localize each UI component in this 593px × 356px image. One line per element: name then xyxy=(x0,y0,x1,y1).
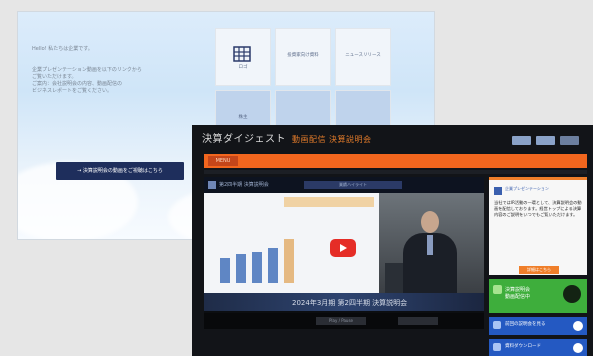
tile-label: ニュースリリース xyxy=(345,53,381,58)
video-icon xyxy=(493,321,501,329)
intro-text: Hello! 私たちは企業です。 企業プレゼンテーション動画を以下のリンクから … xyxy=(32,46,212,95)
greeting: Hello! 私たちは企業です。 xyxy=(32,46,93,52)
watch-briefing-button[interactable]: → 決算説明会の動画をご視聴はこちら xyxy=(56,162,184,180)
link-label: 前回の説明会を見る xyxy=(505,322,546,327)
caption-strip: 2024年3月期 第2四半期 決算説明会 xyxy=(204,293,484,311)
link-label: 資料ダウンロード xyxy=(505,344,541,349)
title-text: 決算ダイジェスト xyxy=(202,134,286,145)
paragraph-line: ご案内：会社説明会の内容、動画配信の xyxy=(32,81,123,87)
sidebar: 企業プレゼンテーション 当社ではIR活動の一環として、決算説明会の動画を配信して… xyxy=(489,177,587,356)
chart-bar xyxy=(284,239,294,283)
arrow-right-icon xyxy=(573,343,583,353)
details-button[interactable]: 詳細はこちら xyxy=(519,266,559,274)
player-title: 決算ダイジェスト 動画配信 決算説明会 xyxy=(202,130,372,145)
company-info-card: 企業プレゼンテーション 当社ではIR活動の一環として、決算説明会の動画を配信して… xyxy=(489,177,587,275)
company-logo-icon xyxy=(494,187,502,195)
banner-text: 決算説明会 動画配信中 xyxy=(505,287,530,301)
document-icon xyxy=(493,343,501,351)
paragraph-line: ビジネスレポートをご覧ください。 xyxy=(32,88,113,94)
slide-highlight-box xyxy=(284,197,374,207)
slide-header: 第2四半期 決算説明会 業績ハイライト xyxy=(204,177,484,193)
chart-bar xyxy=(268,248,278,283)
divider xyxy=(204,170,587,174)
subtitle-text: 動画配信 決算説明会 xyxy=(292,135,372,144)
arrow-right-icon xyxy=(573,321,583,331)
grid-logo-icon xyxy=(233,46,251,62)
header-button[interactable] xyxy=(536,136,555,145)
tile-logo[interactable]: ロゴ xyxy=(215,28,271,86)
nav-bar: MENU xyxy=(204,154,587,168)
header-button[interactable] xyxy=(560,136,579,145)
card-body: 当社ではIR活動の一環として、決算説明会の動画を配信しております。経営トップによ… xyxy=(494,200,582,217)
tile-investor-materials[interactable]: 投資家向け資料 xyxy=(275,28,331,86)
slide-title: 第2四半期 決算説明会 xyxy=(219,182,269,188)
header-button[interactable] xyxy=(512,136,531,145)
video-icon xyxy=(493,285,502,294)
speaker-video xyxy=(379,193,484,293)
chart-bar xyxy=(252,252,262,283)
banner-line: 決算説明会 xyxy=(505,287,531,293)
video-controls: Play / Pause xyxy=(204,313,484,329)
menu-button[interactable]: MENU xyxy=(208,156,238,166)
control-button[interactable] xyxy=(398,317,438,325)
tile-label: 投資家向け資料 xyxy=(287,53,319,58)
slide-caption: 業績ハイライト xyxy=(304,181,402,189)
download-materials-link[interactable]: 資料ダウンロード xyxy=(489,339,587,356)
youtube-play-icon[interactable] xyxy=(330,239,356,257)
previous-briefing-link[interactable]: 前回の説明会を見る xyxy=(489,317,587,335)
video-player-window: 決算ダイジェスト 動画配信 決算説明会 MENU 第2四半期 決算説明会 業績ハイ… xyxy=(192,125,593,356)
speaker-tie xyxy=(427,235,433,255)
video-frame[interactable]: 第2四半期 決算説明会 業績ハイライト 2024年3月期 第2四半期 決算説明会… xyxy=(204,177,484,329)
tile-news-release[interactable]: ニュースリリース xyxy=(335,28,391,86)
live-briefing-banner[interactable]: 決算説明会 動画配信中 xyxy=(489,279,587,313)
banner-line: 動画配信中 xyxy=(505,294,531,300)
paragraph-line: 企業プレゼンテーション動画を以下のリンクから xyxy=(32,67,142,73)
card-heading: 企業プレゼンテーション xyxy=(505,186,549,191)
company-logo-icon xyxy=(208,181,216,189)
tile-label: 株主 xyxy=(238,115,248,120)
play-pause-button[interactable]: Play / Pause xyxy=(316,317,366,325)
speaker-head xyxy=(421,211,439,233)
chart-bar xyxy=(236,254,246,283)
play-circle-icon xyxy=(563,285,581,303)
tile-label: ロゴ xyxy=(238,65,248,70)
video-caption: 2024年3月期 第2四半期 決算説明会 xyxy=(292,299,408,307)
paragraph-line: ご覧いただけます。 xyxy=(32,74,77,80)
chart-bar xyxy=(220,258,230,283)
